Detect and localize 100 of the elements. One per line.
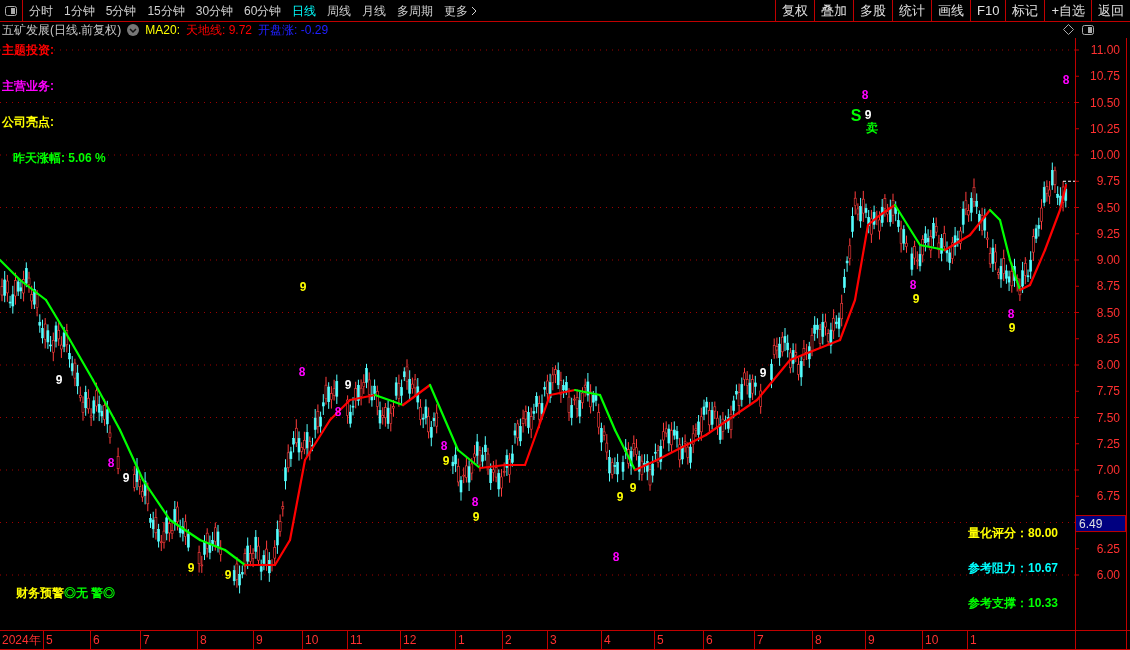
month-label: 7 bbox=[143, 633, 150, 647]
month-label: 11 bbox=[350, 633, 363, 647]
month-label: 12 bbox=[403, 633, 417, 647]
warning-value: ◎无 警◎ bbox=[64, 585, 116, 602]
price-axis-label: 9.00 bbox=[1096, 253, 1120, 267]
toolbar-button[interactable]: 标记 bbox=[1005, 0, 1045, 21]
toolbar-button[interactable]: 多股 bbox=[853, 0, 892, 21]
signal-mark: 9 bbox=[187, 561, 195, 575]
toolbar-button[interactable]: +自选 bbox=[1044, 0, 1091, 21]
period-tab[interactable]: 60分钟 bbox=[244, 1, 282, 20]
price-axis-label: 7.25 bbox=[1096, 436, 1120, 451]
warning-label: 财务预警 bbox=[16, 585, 64, 602]
month-label: 5 bbox=[657, 633, 664, 647]
month-label: 3 bbox=[550, 633, 557, 647]
toolbar-button[interactable]: 叠加 bbox=[814, 0, 853, 21]
chevron-right-icon bbox=[471, 5, 478, 16]
price-axis-label: 7.75 bbox=[1096, 384, 1120, 399]
price-axis-label: 7.50 bbox=[1096, 410, 1120, 425]
signal-mark: 9 bbox=[912, 292, 920, 306]
indicator-value: 天地线: 9.72 bbox=[186, 22, 253, 39]
period-tab[interactable]: 30分钟 bbox=[195, 1, 234, 20]
stock-title: 五矿发展(日线.前复权) bbox=[2, 22, 122, 39]
period-tab[interactable]: 多周期 bbox=[397, 1, 434, 20]
info-label: 主题投资: bbox=[2, 42, 54, 58]
month-label: 4 bbox=[604, 633, 611, 647]
price-axis-label: 8.50 bbox=[1096, 305, 1120, 320]
toolbar-button[interactable]: 复权 bbox=[775, 0, 814, 21]
month-label: 8 bbox=[200, 633, 207, 647]
signal-mark: 9 bbox=[442, 454, 450, 468]
last-price-label: 6.49 bbox=[1075, 515, 1126, 533]
signal-mark: 9 bbox=[299, 280, 307, 294]
score-label: 参考支撑：10.33 bbox=[968, 595, 1059, 611]
month-label: 10 bbox=[925, 633, 939, 647]
price-axis-label: 6.00 bbox=[1096, 568, 1120, 582]
signal-mark: 8 bbox=[1007, 307, 1015, 321]
signal-mark: 9 bbox=[864, 108, 872, 122]
info-label: 昨天涨幅: 5.06 % bbox=[13, 150, 106, 166]
month-label: 2 bbox=[505, 633, 512, 647]
signal-mark: 9 bbox=[1008, 321, 1016, 335]
price-axis-label: 8.75 bbox=[1096, 279, 1120, 294]
price-axis-label: 9.25 bbox=[1096, 226, 1120, 241]
period-tab[interactable]: 5分钟 bbox=[105, 1, 137, 20]
signal-mark: 9 bbox=[224, 568, 232, 582]
signal-mark: 9 bbox=[55, 373, 63, 387]
price-axis-label: 10.25 bbox=[1089, 121, 1120, 136]
period-tab[interactable]: 1分钟 bbox=[64, 1, 95, 20]
month-label: 6 bbox=[93, 633, 100, 647]
toolbar-button[interactable]: 统计 bbox=[892, 0, 931, 21]
price-axis-label: 6.75 bbox=[1096, 489, 1120, 504]
price-axis-label: 10.50 bbox=[1089, 95, 1120, 110]
current-price-line bbox=[1062, 180, 1076, 182]
signal-mark: 9 bbox=[616, 490, 624, 504]
score-label: 量化评分：80.00 bbox=[968, 525, 1059, 541]
month-label: 5 bbox=[46, 633, 53, 647]
price-axis-label: 9.50 bbox=[1096, 200, 1120, 215]
toolbar-button[interactable]: 返回 bbox=[1091, 0, 1130, 21]
signal-mark: 8 bbox=[861, 88, 869, 102]
month-label: 7 bbox=[757, 633, 764, 647]
month-label: 10 bbox=[305, 633, 319, 647]
price-axis-label: 9.75 bbox=[1096, 174, 1120, 189]
price-axis-label: 11.00 bbox=[1090, 43, 1120, 57]
signal-mark: 9 bbox=[629, 481, 637, 495]
signal-mark: S bbox=[850, 107, 862, 124]
diamond-icon[interactable] bbox=[1063, 24, 1074, 35]
signal-mark: 9 bbox=[344, 378, 352, 392]
info-label: 公司亮点: bbox=[2, 114, 54, 130]
month-label: 9 bbox=[868, 633, 875, 647]
dropdown-icon[interactable] bbox=[127, 24, 140, 36]
month-label: 8 bbox=[815, 633, 822, 647]
panel-toggle-icon bbox=[5, 5, 17, 16]
panel-toggle-icon[interactable] bbox=[1082, 24, 1094, 35]
toolbar-button[interactable]: F10 bbox=[970, 0, 1006, 21]
period-tab[interactable]: 15分钟 bbox=[147, 1, 185, 20]
month-label: 1 bbox=[970, 633, 977, 647]
signal-mark: 8 bbox=[612, 550, 620, 564]
period-tab[interactable]: 月线 bbox=[362, 1, 387, 20]
toolbar-button[interactable]: 画线 bbox=[931, 0, 970, 21]
signal-mark: 8 bbox=[298, 365, 306, 379]
signal-mark: 8 bbox=[440, 439, 448, 453]
year-label: 2024年 bbox=[2, 633, 41, 647]
signal-mark: 9 bbox=[472, 510, 480, 524]
signal-mark: 8 bbox=[1062, 73, 1070, 87]
more-menu[interactable]: 更多 bbox=[444, 1, 478, 20]
signal-mark: 8 bbox=[909, 278, 917, 292]
signal-mark: 9 bbox=[759, 366, 767, 380]
period-tab[interactable]: 周线 bbox=[327, 1, 352, 20]
period-tab[interactable]: 日线 bbox=[292, 1, 317, 20]
period-tab[interactable]: 分时 bbox=[29, 1, 53, 20]
price-axis-label: 7.00 bbox=[1096, 463, 1120, 477]
signal-mark: 8 bbox=[107, 456, 115, 470]
price-axis-label: 10.00 bbox=[1089, 148, 1120, 162]
price-axis-label: 10.75 bbox=[1089, 69, 1120, 84]
signal-mark: 卖 bbox=[866, 121, 878, 135]
signal-mark: 9 bbox=[122, 471, 130, 485]
indicator-value: MA20: bbox=[145, 22, 180, 39]
indicator-value: 开盘涨: -0.29 bbox=[258, 22, 329, 39]
price-axis-label: 6.25 bbox=[1096, 541, 1120, 556]
month-label: 1 bbox=[458, 633, 465, 647]
month-label: 9 bbox=[256, 633, 263, 647]
signal-mark: 8 bbox=[471, 495, 479, 509]
